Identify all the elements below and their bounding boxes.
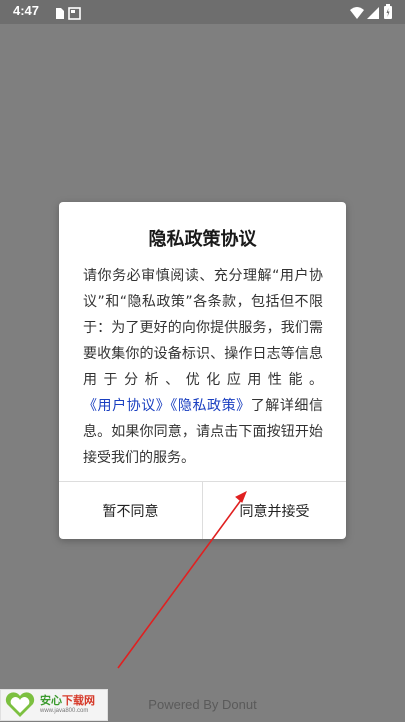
sim-card-icon: [55, 5, 65, 24]
battery-icon: [384, 4, 392, 23]
heart-logo-icon: [4, 692, 36, 722]
dialog-title: 隐私政策协议: [148, 229, 257, 250]
dialog-body-text: 请你务必审慎阅读、充分理解“用户协议”和“隐私政策”各条款，包括但不限于：为了更…: [83, 268, 323, 388]
accept-button[interactable]: 同意并接受: [203, 482, 346, 539]
signal-icon: [367, 5, 379, 24]
privacy-policy-dialog: 隐私政策协议 请你务必审慎阅读、充分理解“用户协议”和“隐私政策”各条款，包括但…: [59, 202, 346, 539]
image-icon: [68, 5, 81, 24]
privacy-policy-link[interactable]: 《隐私政策》: [170, 398, 250, 414]
dialog-body: 请你务必审慎阅读、充分理解“用户协议”和“隐私政策”各条款，包括但不限于：为了更…: [83, 263, 323, 471]
watermark-name: 安心下载网: [40, 694, 95, 707]
site-watermark: 安心下载网 www.java800.com: [0, 689, 108, 721]
wifi-icon: [350, 5, 364, 24]
decline-button[interactable]: 暂不同意: [59, 482, 202, 539]
watermark-url: www.java800.com: [40, 708, 89, 714]
user-agreement-link[interactable]: 《用户协议》: [83, 398, 170, 414]
status-bar: 4:47: [0, 0, 405, 24]
status-time: 4:47: [13, 3, 40, 18]
